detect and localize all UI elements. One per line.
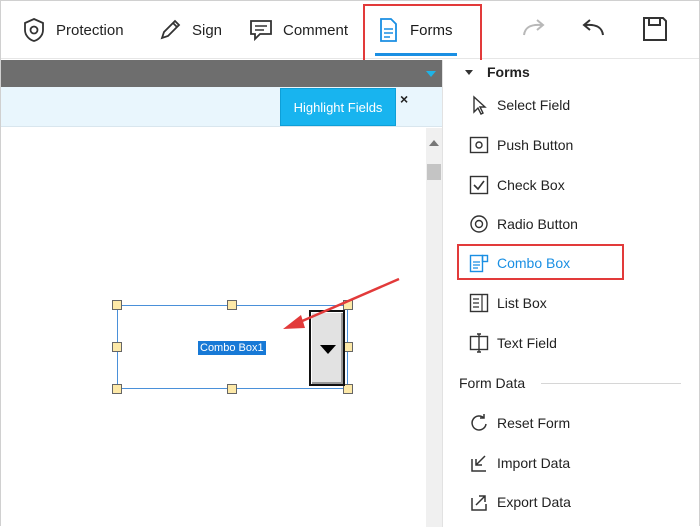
highlight-fields-button[interactable]: Highlight Fields bbox=[280, 88, 396, 126]
checkbox-icon bbox=[469, 175, 489, 195]
select-field-tool[interactable]: Select Field bbox=[469, 92, 570, 118]
list-box-icon bbox=[469, 293, 489, 313]
list-box-tool[interactable]: List Box bbox=[469, 290, 547, 316]
sign-button[interactable]: Sign bbox=[157, 1, 222, 59]
comment-button[interactable]: Comment bbox=[248, 1, 348, 59]
select-field-label: Select Field bbox=[497, 97, 571, 113]
radio-button-tool[interactable]: Radio Button bbox=[469, 211, 578, 237]
collapse-caret-icon bbox=[465, 69, 473, 75]
radio-icon bbox=[470, 215, 488, 233]
reset-form-label: Reset Form bbox=[497, 415, 571, 431]
resize-handle[interactable] bbox=[227, 300, 237, 310]
redo-icon[interactable] bbox=[520, 15, 548, 43]
cursor-icon bbox=[473, 95, 487, 115]
close-icon[interactable]: × bbox=[400, 91, 408, 107]
scrollbar-thumb[interactable] bbox=[427, 164, 441, 180]
combo-field-name[interactable]: Combo Box1 bbox=[198, 341, 266, 355]
protection-label: Protection bbox=[56, 21, 124, 39]
list-box-label: List Box bbox=[497, 295, 547, 311]
combo-box-annotation-box bbox=[457, 244, 624, 280]
forms-panel: Forms Select Field Push Button Check Box bbox=[442, 60, 699, 527]
sign-label: Sign bbox=[192, 21, 223, 39]
export-icon bbox=[471, 495, 487, 511]
scroll-up-icon[interactable] bbox=[429, 140, 439, 146]
document-tab-strip bbox=[1, 60, 442, 87]
protection-button[interactable]: Protection bbox=[21, 1, 124, 59]
radio-button-label: Radio Button bbox=[497, 216, 578, 232]
vertical-scrollbar[interactable] bbox=[426, 128, 442, 527]
save-icon[interactable] bbox=[641, 15, 669, 43]
import-icon bbox=[471, 455, 486, 472]
push-button-tool[interactable]: Push Button bbox=[469, 132, 573, 158]
push-button-icon bbox=[469, 136, 489, 154]
shield-icon bbox=[24, 18, 44, 42]
text-field-icon bbox=[469, 333, 489, 353]
push-button-label: Push Button bbox=[497, 137, 574, 153]
divider bbox=[541, 383, 681, 384]
top-toolbar: Protection Sign Comment Forms bbox=[1, 1, 699, 63]
import-data-button[interactable]: Import Data bbox=[469, 450, 570, 476]
form-notification-bar: Highlight Fields × bbox=[1, 87, 442, 127]
pen-icon bbox=[160, 19, 181, 40]
chevron-down-icon[interactable] bbox=[426, 71, 436, 77]
undo-icon[interactable] bbox=[579, 15, 607, 43]
check-box-tool[interactable]: Check Box bbox=[469, 172, 565, 198]
import-data-label: Import Data bbox=[497, 455, 571, 471]
check-box-label: Check Box bbox=[497, 177, 565, 193]
panel-title: Forms bbox=[487, 64, 530, 80]
comment-label: Comment bbox=[283, 21, 349, 39]
resize-handle[interactable] bbox=[227, 384, 237, 394]
text-field-label: Text Field bbox=[497, 335, 557, 351]
forms-annotation-box bbox=[363, 4, 482, 63]
form-data-section-title: Form Data bbox=[459, 375, 526, 391]
dropdown-arrow-icon bbox=[320, 345, 336, 354]
text-field-tool[interactable]: Text Field bbox=[469, 330, 557, 356]
resize-handle[interactable] bbox=[112, 300, 122, 310]
export-data-button[interactable]: Export Data bbox=[469, 489, 571, 515]
resize-handle[interactable] bbox=[112, 384, 122, 394]
export-data-label: Export Data bbox=[497, 494, 571, 510]
app-window: Protection Sign Comment Forms Highlight … bbox=[0, 0, 700, 527]
annotation-arrow bbox=[283, 277, 400, 329]
resize-handle[interactable] bbox=[112, 342, 122, 352]
panel-header[interactable]: Forms bbox=[465, 64, 530, 80]
reset-icon bbox=[471, 414, 487, 431]
reset-form-button[interactable]: Reset Form bbox=[469, 410, 570, 436]
comment-icon bbox=[250, 20, 272, 42]
